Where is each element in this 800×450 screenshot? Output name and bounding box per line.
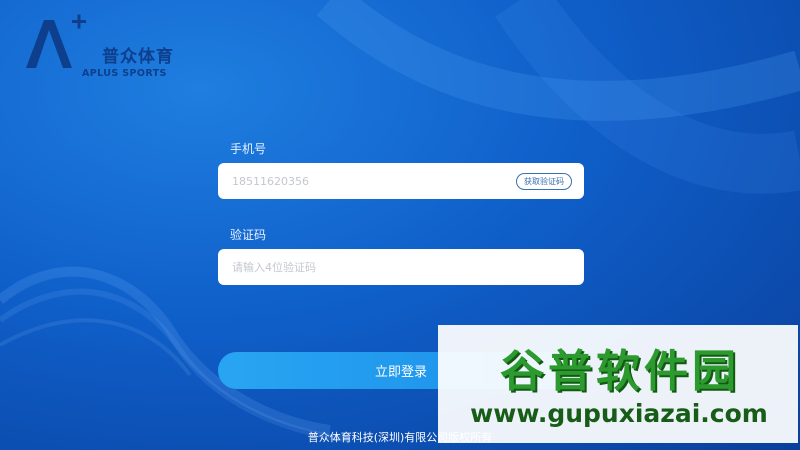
code-input-box <box>218 249 584 285</box>
aplus-logo-icon <box>26 14 86 68</box>
get-code-button[interactable]: 获取验证码 <box>516 172 572 190</box>
brand-name-cn: 普众体育 <box>102 47 174 67</box>
brand-logo: 普众体育 APLUS SPORTS <box>22 14 192 79</box>
phone-input-box: 获取验证码 <box>218 163 584 199</box>
brand-name-en: APLUS SPORTS <box>82 68 167 79</box>
verification-code-input[interactable] <box>230 259 572 275</box>
phone-label: 手机号 <box>230 142 267 156</box>
code-label: 验证码 <box>230 228 267 242</box>
watermark-url: www.gupuxiazai.com <box>470 399 768 428</box>
phone-input[interactable] <box>230 173 516 189</box>
watermark-title: 谷普软件园 <box>500 346 740 397</box>
site-watermark: 谷普软件园 www.gupuxiazai.com <box>438 325 798 443</box>
